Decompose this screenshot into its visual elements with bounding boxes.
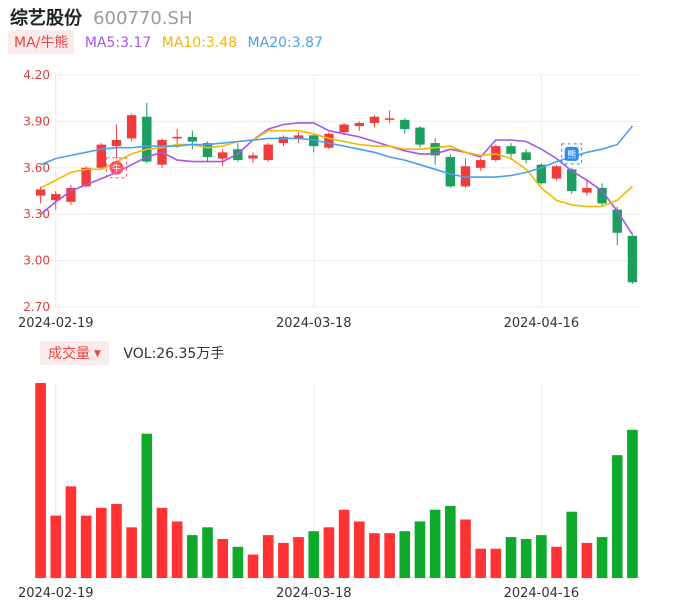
- volume-bar: [171, 521, 183, 578]
- candle-body: [187, 136, 198, 142]
- candle-body: [126, 115, 137, 139]
- x-tick-label: 2024-03-18: [276, 316, 352, 331]
- candlestick-chart: 4.203.903.603.303.002.702024-02-192024-0…: [18, 68, 640, 601]
- bear-badge-text: 熊: [567, 148, 576, 160]
- volume-bar: [490, 548, 502, 578]
- x-tick-label: 2024-03-18: [276, 586, 352, 601]
- volume-bar: [520, 539, 532, 578]
- volume-bar: [596, 537, 608, 578]
- volume-bar: [399, 531, 411, 578]
- bull-badge-text: 牛: [112, 162, 121, 174]
- candle-body: [339, 124, 349, 133]
- candle-body: [506, 146, 516, 154]
- volume-bar: [141, 433, 153, 578]
- volume-bar: [65, 486, 77, 578]
- volume-bar: [50, 515, 62, 578]
- candle-body: [445, 156, 456, 187]
- volume-bar: [247, 554, 259, 578]
- candle-body: [582, 187, 592, 193]
- volume-bar: [278, 542, 289, 578]
- volume-bar: [353, 521, 365, 578]
- candle-body: [369, 116, 380, 123]
- candle-body: [111, 139, 122, 147]
- y-tick-label: 4.20: [23, 68, 50, 82]
- candle-body: [172, 136, 182, 139]
- volume-bar: [369, 533, 380, 578]
- volume-bar: [338, 509, 350, 578]
- volume-bar: [475, 548, 486, 578]
- candle-body: [248, 155, 258, 159]
- candle-body: [415, 127, 425, 145]
- candle-body: [627, 235, 638, 283]
- candle-body: [324, 133, 334, 148]
- volume-bar: [611, 455, 623, 578]
- volume-bar: [111, 503, 122, 578]
- candle-body: [400, 119, 410, 130]
- candle-body: [612, 209, 622, 233]
- volume-bar: [445, 505, 456, 578]
- candle-body: [475, 160, 486, 168]
- volume-bar: [156, 507, 168, 578]
- x-tick-label: 2024-04-16: [504, 586, 580, 601]
- volume-bar: [262, 535, 274, 578]
- volume-bar: [126, 527, 137, 578]
- volume-bar: [232, 546, 244, 578]
- candle-body: [384, 118, 395, 120]
- y-tick-label: 2.70: [23, 300, 50, 314]
- x-tick-label: 2024-02-19: [18, 586, 94, 601]
- volume-bar: [80, 515, 92, 578]
- candle-body: [142, 116, 152, 162]
- volume-bar: [536, 535, 547, 578]
- volume-bar: [384, 533, 395, 578]
- volume-bar: [308, 531, 320, 578]
- volume-bar: [551, 546, 562, 578]
- volume-bar: [293, 537, 304, 578]
- candle-body: [35, 189, 46, 196]
- volume-bar: [627, 429, 638, 578]
- y-tick-label: 3.00: [23, 254, 50, 268]
- volume-bar: [217, 539, 228, 578]
- volume-bar: [581, 542, 593, 578]
- volume-bar: [505, 537, 517, 578]
- volume-bar: [35, 383, 46, 578]
- candle-body: [521, 152, 531, 161]
- candle-body: [354, 122, 364, 127]
- candle-body: [263, 144, 273, 161]
- volume-bar: [187, 535, 198, 578]
- candle-body: [217, 152, 228, 159]
- candle-body: [551, 166, 562, 179]
- volume-bar: [414, 521, 426, 578]
- volume-bar: [460, 519, 471, 578]
- x-tick-label: 2024-04-16: [504, 316, 580, 331]
- volume-bar: [323, 527, 335, 578]
- bear-marker: 熊: [561, 143, 583, 165]
- x-tick-label: 2024-02-19: [18, 316, 94, 331]
- volume-bar: [566, 511, 578, 578]
- y-tick-label: 3.90: [23, 114, 50, 128]
- volume-bar: [429, 509, 441, 578]
- volume-bar: [202, 527, 213, 578]
- volume-bar: [95, 507, 107, 578]
